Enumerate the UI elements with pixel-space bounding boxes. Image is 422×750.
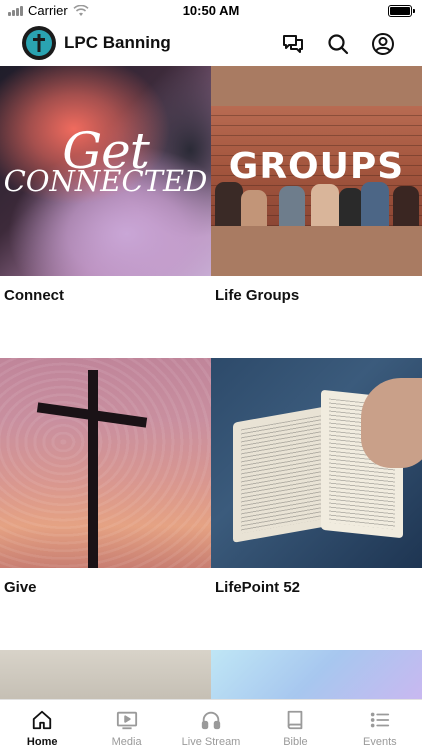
tile-label: Give (4, 579, 37, 596)
chat-icon[interactable] (281, 32, 305, 56)
app-header: LPC Banning (0, 24, 422, 64)
headphones-icon (201, 711, 221, 730)
bible-image (211, 358, 422, 568)
cross-logo-icon (33, 34, 45, 52)
tile-give[interactable]: Give (0, 358, 211, 650)
groups-image: GROUPS (211, 66, 422, 276)
tile-partial-left[interactable] (0, 650, 211, 700)
list-icon (370, 712, 389, 728)
media-icon (116, 711, 137, 730)
connect-image: Get CONNECTED (0, 66, 211, 276)
give-image (0, 358, 211, 568)
tile-label: LifePoint 52 (215, 579, 301, 596)
tab-label: Live Stream (181, 736, 241, 748)
tile-label: Life Groups (215, 287, 300, 304)
tile-connect[interactable]: Get CONNECTED Connect (0, 66, 211, 358)
search-icon[interactable] (326, 32, 350, 56)
partial-image-right (211, 650, 422, 700)
tile-lifepoint-52[interactable]: LifePoint 52 (211, 358, 422, 650)
tab-live-stream[interactable]: Live Stream (169, 700, 253, 750)
tab-label: Media (111, 736, 142, 748)
profile-icon[interactable] (371, 32, 395, 56)
tile-life-groups[interactable]: GROUPS Life Groups (211, 66, 422, 358)
tab-label: Bible (283, 736, 308, 748)
battery-icon (388, 5, 415, 17)
home-icon (33, 710, 52, 730)
tab-events[interactable]: Events (338, 700, 422, 750)
groups-image-text: GROUPS (228, 146, 405, 187)
status-time: 10:50 AM (182, 3, 240, 18)
status-bar: Carrier 10:50 AM (0, 0, 422, 22)
connect-image-text-connected: CONNECTED (3, 164, 208, 198)
tab-home[interactable]: Home (0, 700, 84, 750)
book-icon (288, 710, 303, 730)
cross-shape (88, 370, 98, 568)
tab-bar: Home Media Live Stream Bible Events (0, 699, 422, 750)
tile-partial-right[interactable] (211, 650, 422, 700)
church-logo (22, 26, 56, 60)
tab-bible[interactable]: Bible (253, 700, 337, 750)
tab-media[interactable]: Media (84, 700, 168, 750)
tab-label: Events (363, 736, 397, 748)
app-title: LPC Banning (64, 33, 171, 52)
tile-label: Connect (4, 287, 64, 304)
tab-label: Home (26, 736, 58, 748)
partial-image-left (0, 650, 211, 700)
